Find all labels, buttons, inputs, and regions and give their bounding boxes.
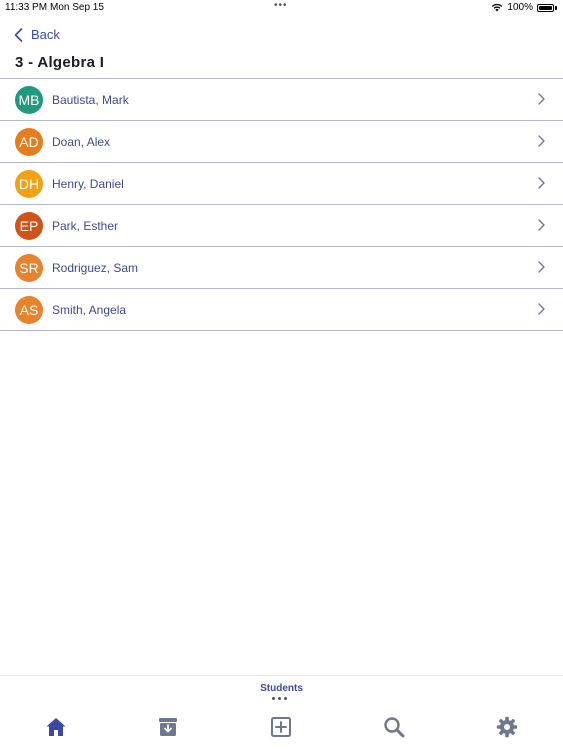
wifi-icon (492, 3, 503, 12)
student-avatar: EP (15, 211, 43, 240)
chevron-right-icon (538, 303, 545, 315)
back-button[interactable]: Back (14, 27, 60, 42)
student-name: Park, Esther (52, 218, 119, 233)
student-name: Bautista, Mark (52, 92, 129, 107)
chevron-right-icon (538, 261, 545, 273)
student-name: Henry, Daniel (52, 176, 124, 191)
page-title: 3 - Algebra I (15, 54, 105, 71)
student-row[interactable]: MB Bautista, Mark (0, 79, 563, 121)
chevron-right-icon (538, 135, 545, 147)
chevron-right-icon (538, 93, 545, 105)
tab-bar-title: Students (260, 683, 303, 694)
gear-icon[interactable] (496, 716, 518, 738)
student-row[interactable]: EP Park, Esther (0, 205, 563, 247)
student-row[interactable]: AS Smith, Angela (0, 289, 563, 331)
student-avatar: SR (15, 253, 43, 282)
multitasking-dots-icon[interactable]: ••• (274, 0, 288, 11)
archive-icon[interactable] (157, 716, 179, 738)
status-bar: 11:33 PM Mon Sep 15 ••• 100% (0, 0, 563, 16)
student-row[interactable]: DH Henry, Daniel (0, 163, 563, 205)
tab-bar: Students (0, 675, 563, 751)
student-avatar: MB (15, 85, 43, 114)
status-date: Mon Sep 15 (50, 2, 104, 13)
student-row[interactable]: AD Doan, Alex (0, 121, 563, 163)
chevron-right-icon (538, 177, 545, 189)
page-dots (272, 697, 287, 700)
student-avatar: AD (15, 127, 43, 156)
home-icon[interactable] (45, 716, 67, 738)
student-name: Rodriguez, Sam (52, 260, 139, 275)
battery-icon (537, 3, 554, 12)
student-list: MB Bautista, Mark AD Doan, Alex DH Henry, Dan… (0, 78, 563, 331)
battery-tip (555, 5, 557, 10)
back-label: Back (31, 27, 60, 42)
student-avatar: DH (15, 169, 43, 198)
search-icon[interactable] (383, 716, 405, 738)
battery-percent: 100% (507, 2, 533, 13)
add-square-icon[interactable] (270, 716, 292, 738)
status-time: 11:33 PM (5, 2, 48, 13)
student-name: Doan, Alex (52, 134, 111, 149)
student-name: Smith, Angela (52, 302, 127, 317)
student-avatar: AS (15, 295, 43, 324)
student-row[interactable]: SR Rodriguez, Sam (0, 247, 563, 289)
status-right: 100% (491, 2, 557, 13)
chevron-left-icon (14, 27, 23, 42)
chevron-right-icon (538, 219, 545, 231)
